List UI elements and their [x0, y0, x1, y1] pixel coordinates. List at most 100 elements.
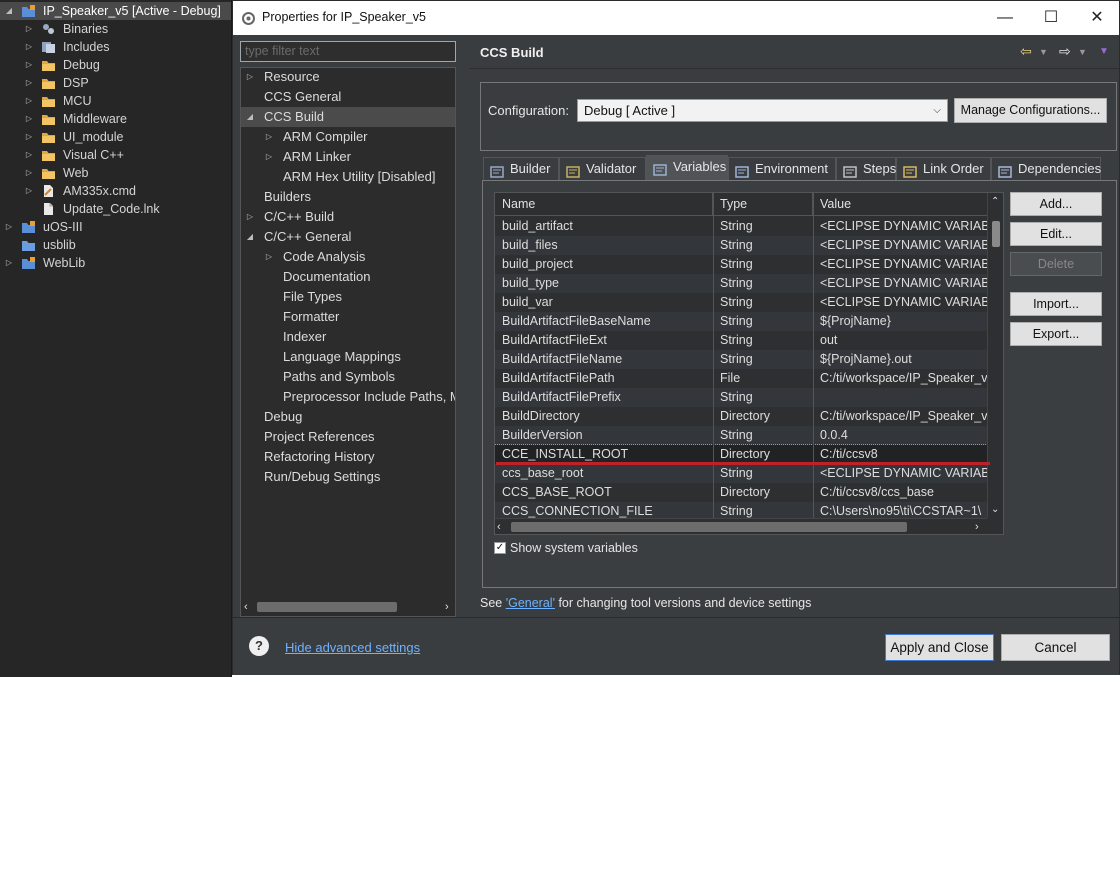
scroll-left-icon[interactable]: ‹: [244, 600, 248, 614]
variables-table[interactable]: Name Type Value build_artifact String <ECL…: [494, 192, 1004, 535]
page-tree-item[interactable]: Refactoring History: [241, 447, 455, 467]
page-tree-item[interactable]: CCS General: [241, 87, 455, 107]
table-row[interactable]: BuildArtifactFilePath File C:/ti/workspace…: [495, 369, 987, 388]
back-menu-icon[interactable]: ▼: [1039, 47, 1048, 57]
scroll-right-icon[interactable]: ›: [445, 600, 449, 614]
page-tree-item[interactable]: ▷ C/C++ Build: [241, 207, 455, 227]
page-tree-item[interactable]: Run/Debug Settings: [241, 467, 455, 487]
collapse-arrow-icon[interactable]: ▷: [24, 146, 34, 164]
explorer-item[interactable]: ▷ uOS-III: [0, 218, 231, 236]
scroll-down-icon[interactable]: ⌄: [991, 503, 999, 517]
collapse-arrow-icon[interactable]: ▷: [24, 20, 34, 38]
table-row[interactable]: BuildArtifactFileName String ${ProjName}.o…: [495, 350, 987, 369]
collapse-arrow-icon[interactable]: ▷: [24, 56, 34, 74]
explorer-item[interactable]: ▷ Includes: [0, 38, 231, 56]
explorer-item[interactable]: ▷ Debug: [0, 56, 231, 74]
collapse-arrow-icon[interactable]: ▷: [264, 247, 274, 267]
import-variable-button[interactable]: Import...: [1010, 292, 1102, 316]
collapse-arrow-icon[interactable]: ▷: [245, 207, 255, 227]
column-header-value[interactable]: Value: [813, 193, 987, 216]
page-tree-item[interactable]: Language Mappings: [241, 347, 455, 367]
table-row[interactable]: BuilderVersion String 0.0.4: [495, 426, 987, 445]
minimize-button[interactable]: —: [982, 5, 1028, 31]
explorer-item[interactable]: ▷ Binaries: [0, 20, 231, 38]
delete-variable-button[interactable]: Delete: [1010, 252, 1102, 276]
collapse-arrow-icon[interactable]: ▷: [264, 147, 274, 167]
page-tree-item[interactable]: Indexer: [241, 327, 455, 347]
cancel-button[interactable]: Cancel: [1001, 634, 1110, 661]
page-tree-item[interactable]: Project References: [241, 427, 455, 447]
view-menu-icon[interactable]: ▼: [1099, 46, 1109, 57]
table-row[interactable]: BuildArtifactFileBaseName String ${ProjNam…: [495, 312, 987, 331]
page-tree-item[interactable]: Formatter: [241, 307, 455, 327]
explorer-item[interactable]: ▷ MCU: [0, 92, 231, 110]
explorer-item[interactable]: ▷ AM335x.cmd: [0, 182, 231, 200]
page-tree-item[interactable]: File Types: [241, 287, 455, 307]
export-variable-button[interactable]: Export...: [1010, 322, 1102, 346]
tab-builder[interactable]: Builder: [483, 157, 559, 181]
explorer-item[interactable]: Update_Code.lnk: [0, 200, 231, 218]
forward-menu-icon[interactable]: ▼: [1078, 47, 1087, 57]
manage-configurations-button[interactable]: Manage Configurations...: [954, 98, 1107, 123]
table-row[interactable]: build_artifact String <ECLIPSE DYNAMIC VAR…: [495, 217, 987, 236]
table-row[interactable]: BuildArtifactFilePrefix String: [495, 388, 987, 407]
column-header-name[interactable]: Name: [495, 193, 713, 216]
table-row[interactable]: BuildDirectory Directory C:/ti/workspace/I…: [495, 407, 987, 426]
explorer-item[interactable]: ▷ Middleware: [0, 110, 231, 128]
filter-input[interactable]: type filter text: [240, 41, 456, 62]
collapse-arrow-icon[interactable]: ▷: [4, 218, 14, 236]
collapse-arrow-icon[interactable]: ▷: [24, 182, 34, 200]
general-link[interactable]: 'General': [506, 596, 555, 610]
column-header-type[interactable]: Type: [713, 193, 813, 216]
apply-and-close-button[interactable]: Apply and Close: [885, 634, 994, 661]
collapse-arrow-icon[interactable]: ▷: [24, 74, 34, 92]
page-tree-item[interactable]: ◢ C/C++ General: [241, 227, 455, 247]
collapse-arrow-icon[interactable]: ▷: [264, 127, 274, 147]
hide-advanced-settings-link[interactable]: Hide advanced settings: [285, 640, 420, 655]
page-tree-item[interactable]: ▷ ARM Compiler: [241, 127, 455, 147]
explorer-item[interactable]: ▷ Visual C++: [0, 146, 231, 164]
scroll-thumb[interactable]: [257, 602, 397, 612]
page-tree-item[interactable]: Debug: [241, 407, 455, 427]
tab-variables[interactable]: Variables: [646, 155, 728, 181]
close-button[interactable]: ✕: [1074, 5, 1120, 31]
collapse-arrow-icon[interactable]: ▷: [24, 164, 34, 182]
maximize-button[interactable]: ☐: [1028, 5, 1074, 31]
page-tree-item[interactable]: Preprocessor Include Paths, Macros etc.: [241, 387, 455, 407]
table-row[interactable]: CCS_BASE_ROOT Directory C:/ti/ccsv8/ccs_ba…: [495, 483, 987, 502]
tab-link-order[interactable]: Link Order: [896, 157, 991, 181]
page-tree-hscrollbar[interactable]: ‹ ›: [241, 599, 455, 615]
table-row[interactable]: BuildArtifactFileExt String out: [495, 331, 987, 350]
tab-dependencies[interactable]: Dependencies: [991, 157, 1101, 181]
table-row[interactable]: ccs_base_root String <ECLIPSE DYNAMIC VARI…: [495, 464, 987, 483]
table-hscrollbar[interactable]: ‹ ›: [495, 518, 987, 534]
scroll-up-icon[interactable]: ⌃: [991, 195, 999, 209]
scroll-right-icon[interactable]: ›: [975, 520, 979, 534]
page-tree-item[interactable]: ▷ Resource: [241, 68, 455, 87]
page-tree-item[interactable]: Documentation: [241, 267, 455, 287]
scroll-thumb[interactable]: [992, 221, 1000, 247]
checkbox-checked-icon[interactable]: ✓: [494, 542, 506, 554]
scroll-thumb[interactable]: [511, 522, 907, 532]
table-row[interactable]: build_files String <ECLIPSE DYNAMIC VARIAB…: [495, 236, 987, 255]
back-arrow-icon[interactable]: ⇦: [1020, 43, 1032, 60]
explorer-item[interactable]: ▷ Web: [0, 164, 231, 182]
table-row[interactable]: build_var String <ECLIPSE DYNAMIC VARIABLE…: [495, 293, 987, 312]
tab-validator[interactable]: Validator: [559, 157, 646, 181]
page-tree-item[interactable]: ▷ ARM Linker: [241, 147, 455, 167]
help-icon[interactable]: ?: [249, 636, 269, 656]
explorer-item[interactable]: ◢ IP_Speaker_v5 [Active - Debug]: [0, 2, 231, 20]
forward-arrow-icon[interactable]: ⇨: [1059, 43, 1071, 60]
tab-steps[interactable]: Steps: [836, 157, 896, 181]
collapse-arrow-icon[interactable]: ▷: [4, 254, 14, 272]
tab-environment[interactable]: Environment: [728, 157, 836, 181]
page-tree-item[interactable]: ARM Hex Utility [Disabled]: [241, 167, 455, 187]
page-tree-item[interactable]: Paths and Symbols: [241, 367, 455, 387]
collapse-arrow-icon[interactable]: ▷: [24, 38, 34, 56]
explorer-item[interactable]: ▷ DSP: [0, 74, 231, 92]
add-variable-button[interactable]: Add...: [1010, 192, 1102, 216]
collapse-arrow-icon[interactable]: ▷: [24, 92, 34, 110]
edit-variable-button[interactable]: Edit...: [1010, 222, 1102, 246]
table-row[interactable]: build_project String <ECLIPSE DYNAMIC VARI…: [495, 255, 987, 274]
expand-arrow-icon[interactable]: ◢: [245, 227, 255, 247]
